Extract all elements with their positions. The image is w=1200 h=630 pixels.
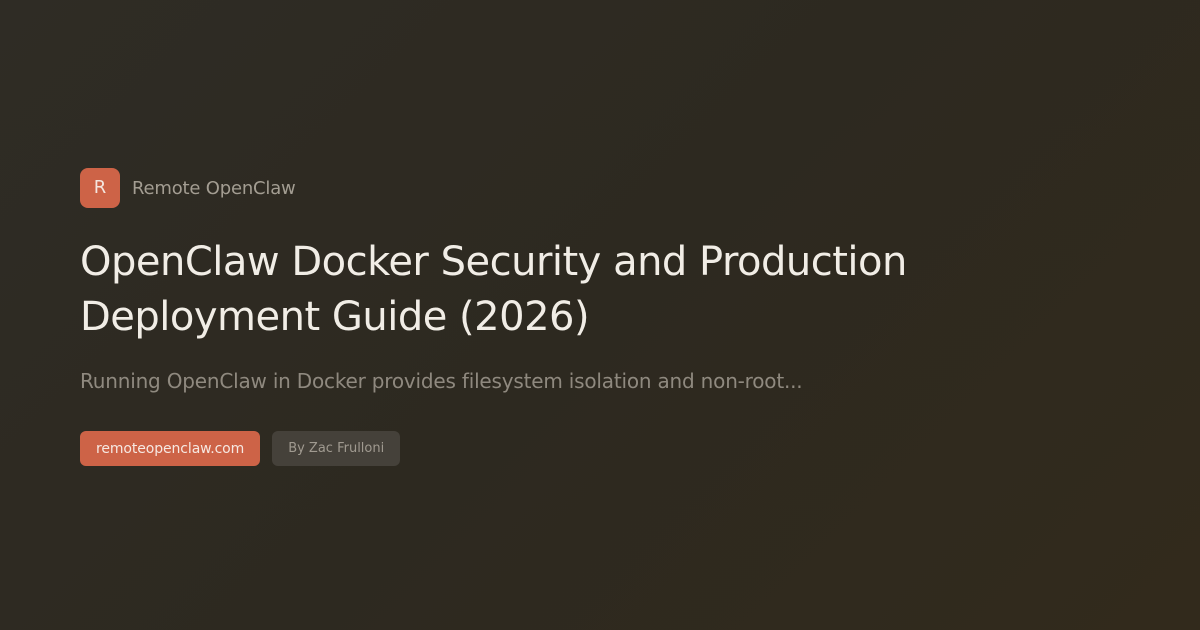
article-title: OpenClaw Docker Security and Production … [80,239,907,340]
author-badge: By Zac Frulloni [272,431,401,466]
brand-row: R Remote OpenClaw [80,168,1120,208]
brand-logo: R [80,168,120,208]
site-domain-badge[interactable]: remoteopenclaw.com [80,431,261,466]
brand-name: Remote OpenClaw [132,177,296,199]
article-excerpt: Running OpenClaw in Docker provides file… [80,369,803,393]
tag-row: remoteopenclaw.com By Zac Frulloni [80,431,1120,466]
social-card: R Remote OpenClaw OpenClaw Docker Securi… [80,168,1120,466]
